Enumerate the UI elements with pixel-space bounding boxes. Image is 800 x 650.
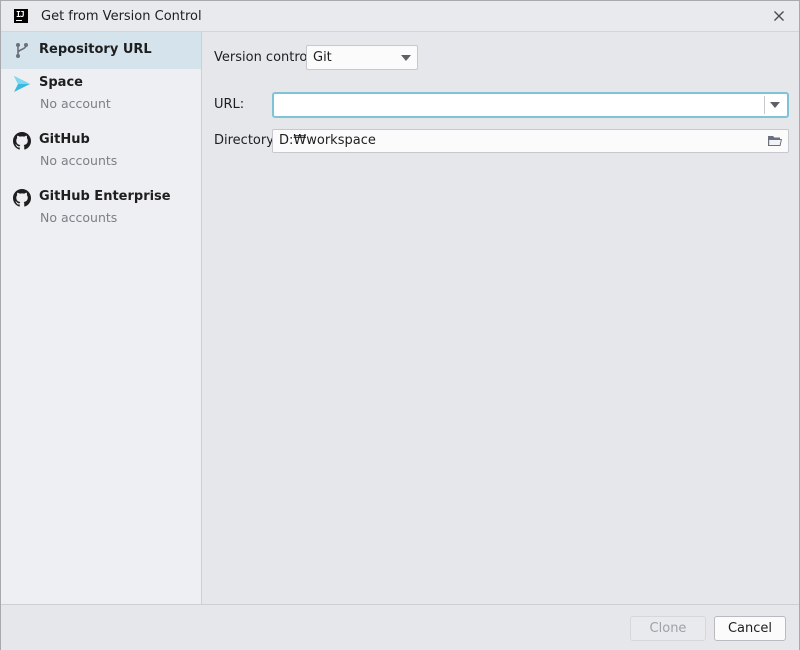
sidebar-item-label: GitHub Enterprise (39, 189, 171, 204)
url-history-dropdown-button[interactable] (765, 94, 787, 116)
app-icon-text: IJ (16, 10, 25, 19)
browse-folder-button[interactable] (767, 133, 783, 149)
cancel-button[interactable]: Cancel (714, 616, 786, 641)
chevron-down-icon (770, 102, 780, 108)
account-status: No accounts (40, 153, 118, 168)
main-panel: Version control: Git URL: Directory: D:₩… (202, 32, 799, 604)
sidebar-item-github-enterprise[interactable]: GitHub Enterprise No accounts (1, 183, 201, 240)
account-status: No accounts (40, 210, 118, 225)
version-control-value: Git (313, 50, 332, 65)
clone-button[interactable]: Clone (630, 616, 706, 641)
url-input[interactable] (277, 95, 761, 115)
version-control-label: Version control: (214, 50, 316, 65)
title-bar: IJ Get from Version Control (1, 1, 799, 32)
sidebar: Repository URL Space No account GitHub N… (1, 32, 202, 604)
github-icon (13, 189, 31, 207)
sidebar-item-repository-url[interactable]: Repository URL (1, 32, 201, 69)
window-title: Get from Version Control (41, 8, 202, 24)
directory-label: Directory: (214, 133, 278, 148)
space-icon (14, 76, 30, 92)
close-button[interactable] (771, 8, 787, 24)
sidebar-item-label: Space (39, 75, 83, 90)
directory-value: D:₩workspace (279, 133, 376, 148)
url-label: URL: (214, 97, 245, 112)
close-icon (774, 11, 784, 21)
intellij-app-icon: IJ (14, 9, 28, 23)
version-control-dropdown[interactable]: Git (306, 45, 418, 70)
directory-field[interactable]: D:₩workspace (272, 129, 789, 153)
github-icon (13, 132, 31, 150)
sidebar-item-space[interactable]: Space No account (1, 69, 201, 126)
dialog-footer: Clone Cancel (1, 604, 799, 650)
folder-icon (768, 136, 782, 146)
sidebar-item-github[interactable]: GitHub No accounts (1, 126, 201, 183)
dialog-window: IJ Get from Version Control Repository U… (0, 0, 800, 650)
sidebar-item-label: Repository URL (39, 42, 152, 57)
chevron-down-icon (401, 55, 411, 61)
branch-icon (16, 43, 28, 58)
url-field[interactable] (272, 92, 789, 118)
account-status: No account (40, 96, 111, 111)
sidebar-item-label: GitHub (39, 132, 90, 147)
